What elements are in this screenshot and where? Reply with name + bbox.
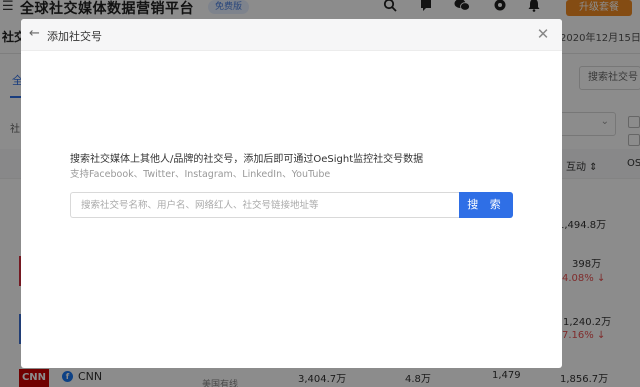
supported-platforms: 支持Facebook、Twitter、Instagram、LinkedIn、Yo… [70, 169, 331, 180]
back-arrow-icon[interactable]: ← [29, 25, 43, 43]
search-button[interactable]: 搜 索 [459, 192, 513, 218]
dialog-description: 搜索社交媒体上其他人/品牌的社交号，添加后即可通过OeSight监控社交号数据 [70, 154, 424, 165]
close-icon[interactable]: ✕ [535, 25, 551, 43]
add-social-account-dialog: ← 添加社交号 ✕ 搜索社交媒体上其他人/品牌的社交号，添加后即可通过OeSig… [21, 19, 562, 368]
dialog-header: ← 添加社交号 ✕ [21, 19, 562, 51]
social-search-input[interactable] [70, 192, 459, 218]
dialog-title: 添加社交号 [47, 30, 102, 43]
